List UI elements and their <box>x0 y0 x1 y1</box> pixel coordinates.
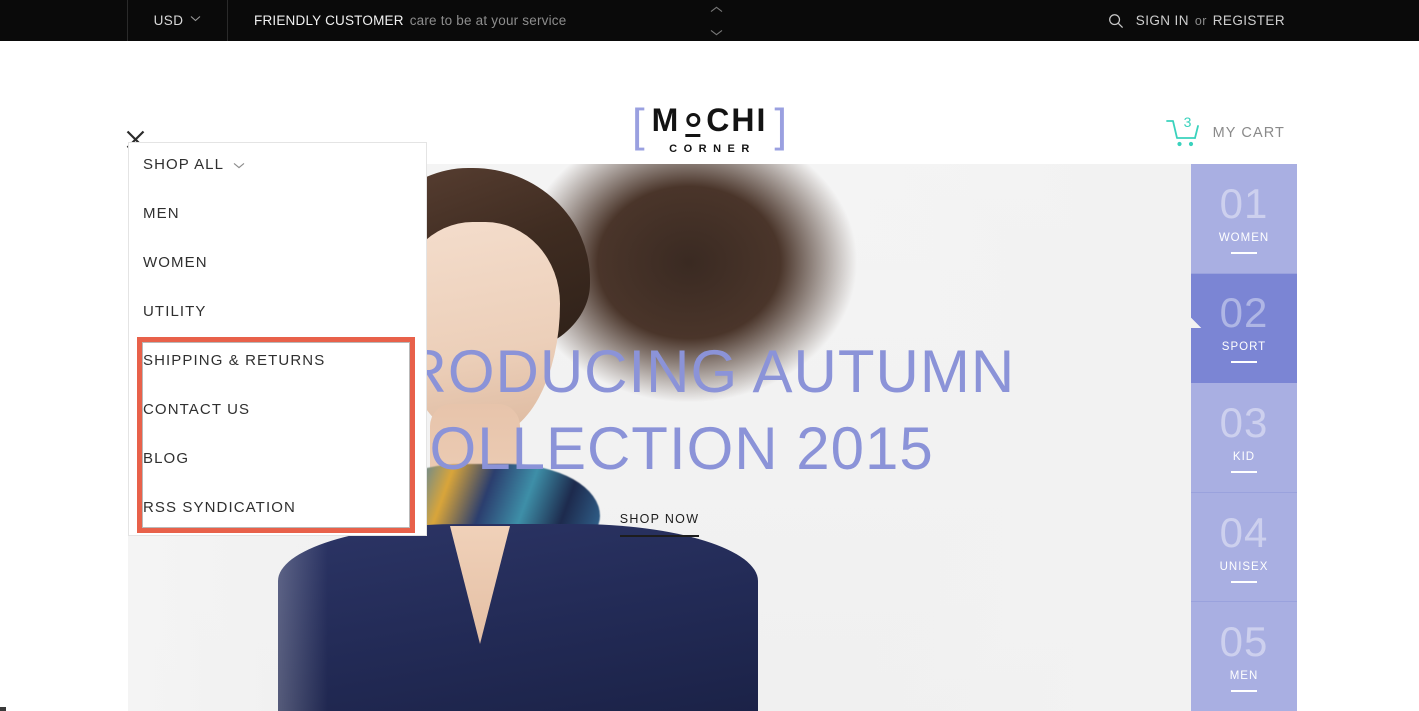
logo-line-2: CORNER <box>669 143 756 155</box>
slider-item-rule <box>1231 470 1257 473</box>
chevron-down-icon <box>190 14 201 25</box>
menu-item-label: UTILITY <box>143 303 207 320</box>
currency-label: USD <box>153 13 184 28</box>
logo-wordmark: M CHI CORNER <box>652 102 768 156</box>
chevron-down-icon <box>233 160 245 172</box>
logo-o-bar <box>685 134 701 137</box>
auth-links: SIGN IN or REGISTER <box>1136 13 1285 28</box>
slider-item-men[interactable]: 05 MEN <box>1191 602 1297 711</box>
logo-bracket-right: ] <box>774 98 788 151</box>
chevron-up-icon[interactable] <box>710 6 723 13</box>
menu-item-label: RSS SYNDICATION <box>143 499 296 516</box>
logo-o-glyph <box>680 102 706 137</box>
logo-o-ring <box>686 113 701 127</box>
chevron-down-icon[interactable] <box>710 29 723 36</box>
menu-item-label: BLOG <box>143 450 190 467</box>
menu-item-rss-syndication[interactable]: RSS SYNDICATION <box>129 499 428 516</box>
cart-count-badge: 3 <box>1183 114 1192 130</box>
slider-item-label: WOMEN <box>1218 231 1270 244</box>
menu-item-blog[interactable]: BLOG <box>129 450 428 467</box>
sign-in-link[interactable]: SIGN IN <box>1136 13 1189 28</box>
cart-button[interactable]: 3 MY CART <box>1165 114 1285 149</box>
menu-item-shipping-returns[interactable]: SHIPPING & RETURNS <box>129 352 428 369</box>
search-icon[interactable] <box>1108 13 1124 29</box>
menu-item-utility[interactable]: UTILITY <box>129 303 428 320</box>
menu-item-contact-us[interactable]: CONTACT US <box>129 401 428 418</box>
main-menu-panel: SHOP ALL MEN WOMEN UTILITY SHIPPING & RE… <box>128 142 427 536</box>
slider-item-rule <box>1231 361 1257 364</box>
top-bar: USD FRIENDLY CUSTOMER care to be at your… <box>0 0 1419 41</box>
logo-letters-chi: CHI <box>706 101 768 138</box>
menu-item-label: WOMEN <box>143 254 208 271</box>
slider-item-rule <box>1231 690 1257 693</box>
slider-item-women[interactable]: 01 WOMEN <box>1191 164 1297 274</box>
auth-separator: or <box>1194 14 1207 28</box>
shopping-cart-icon: 3 <box>1165 114 1201 149</box>
logo-line-1: M CHI <box>652 102 768 137</box>
slider-item-number: 03 <box>1219 398 1269 446</box>
slider-item-number: 01 <box>1219 179 1269 227</box>
promo-message-soft: care to be at your service <box>409 13 567 28</box>
slider-item-unisex[interactable]: 04 UNISEX <box>1191 492 1297 603</box>
slider-item-label: MEN <box>1229 670 1259 683</box>
menu-item-label: MEN <box>143 205 180 222</box>
slider-item-rule <box>1231 251 1257 254</box>
promo-message-strong: FRIENDLY CUSTOMER <box>254 13 404 28</box>
slider-navigation: 01 WOMEN 02 SPORT 03 KID 04 UNISEX 05 ME… <box>1191 164 1297 711</box>
scrollbar-thumb[interactable] <box>0 707 6 711</box>
slider-item-sport[interactable]: 02 SPORT <box>1191 273 1297 384</box>
message-scroller[interactable] <box>703 6 729 36</box>
page-root: USD FRIENDLY CUSTOMER care to be at your… <box>0 0 1419 711</box>
currency-selector[interactable]: USD <box>128 0 228 41</box>
horizontal-scrollbar[interactable] <box>0 707 1419 711</box>
menu-item-label: SHOP ALL <box>143 156 225 173</box>
slider-item-label: SPORT <box>1221 341 1267 354</box>
slider-item-number: 02 <box>1219 289 1269 337</box>
register-link[interactable]: REGISTER <box>1213 13 1285 28</box>
menu-item-shop-all[interactable]: SHOP ALL <box>129 156 428 173</box>
top-bar-right: SIGN IN or REGISTER <box>1108 0 1419 41</box>
logo-bracket-left: [ <box>631 98 645 151</box>
menu-item-women[interactable]: WOMEN <box>129 254 428 271</box>
menu-item-label: SHIPPING & RETURNS <box>143 352 326 369</box>
slider-item-number: 05 <box>1219 618 1269 666</box>
slider-item-label: UNISEX <box>1219 560 1269 573</box>
slider-item-label: KID <box>1232 450 1256 463</box>
site-logo[interactable]: [ M CHI CORNER ] <box>631 98 788 156</box>
promo-message: FRIENDLY CUSTOMER care to be at your ser… <box>228 0 566 41</box>
slider-item-rule <box>1231 580 1257 583</box>
slider-item-kid[interactable]: 03 KID <box>1191 383 1297 493</box>
slider-item-number: 04 <box>1219 508 1269 556</box>
logo-letter-m: M <box>651 101 681 138</box>
shop-now-label: SHOP NOW <box>619 512 700 537</box>
top-bar-left-spacer <box>0 0 128 41</box>
menu-item-men[interactable]: MEN <box>129 205 428 222</box>
site-header: [ M CHI CORNER ] 3 MY CART <box>0 41 1419 155</box>
cart-label: MY CART <box>1212 125 1285 141</box>
menu-item-label: CONTACT US <box>143 401 251 418</box>
